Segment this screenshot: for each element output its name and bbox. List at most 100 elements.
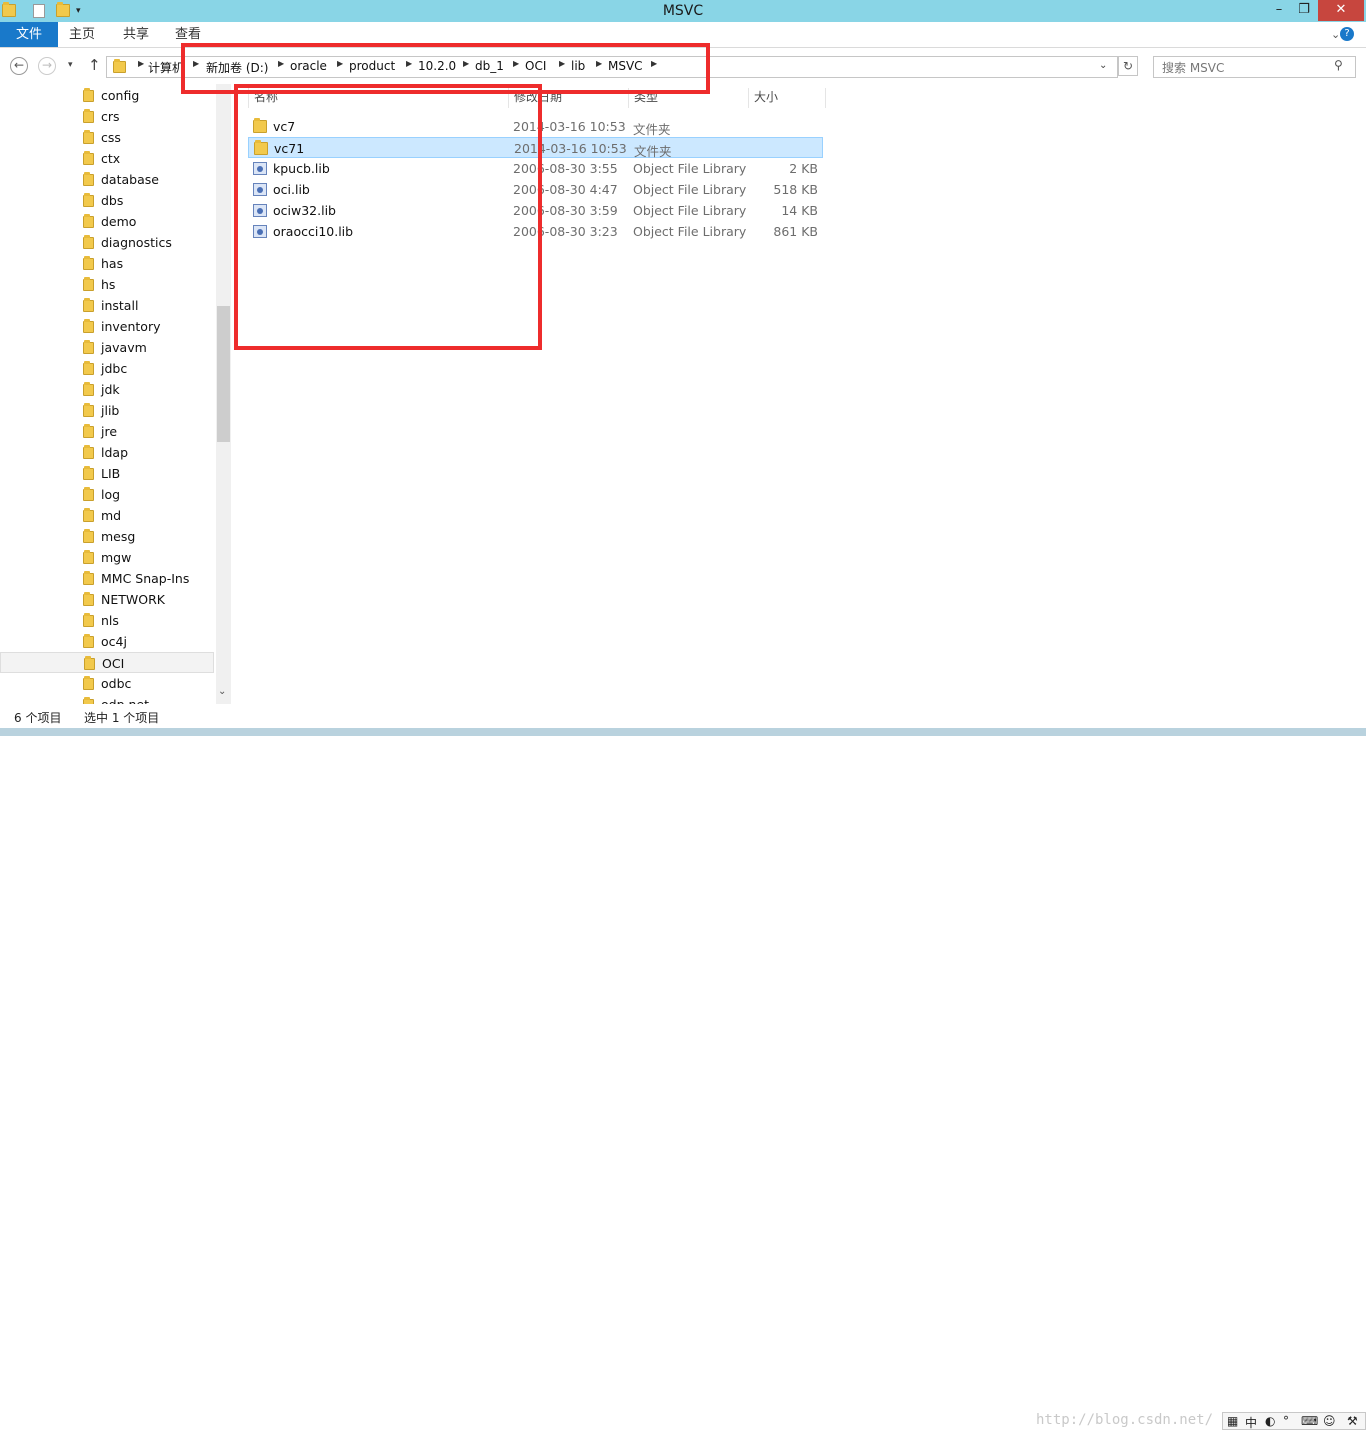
crumb-separator-icon[interactable]: ▶ — [138, 59, 144, 68]
nav-item[interactable]: MMC Snap-Ins — [0, 568, 214, 589]
folder-icon — [83, 382, 94, 396]
nav-item[interactable]: hs — [0, 274, 214, 295]
folder-icon — [83, 445, 94, 459]
nav-item-label: crs — [101, 109, 120, 124]
column-header-size[interactable]: 大小 — [748, 88, 826, 108]
scroll-down-icon[interactable]: ⌄ — [218, 686, 226, 697]
folder-icon — [83, 571, 94, 585]
ime-moon-icon[interactable]: ◐ — [1265, 1414, 1275, 1428]
nav-item[interactable]: jlib — [0, 400, 214, 421]
nav-item[interactable]: md — [0, 505, 214, 526]
nav-item[interactable]: inventory — [0, 316, 214, 337]
title-bar: ▾ MSVC – ❐ ✕ — [0, 0, 1366, 22]
nav-item-label: jdk — [101, 382, 120, 397]
nav-item[interactable]: LIB — [0, 463, 214, 484]
nav-item[interactable]: dbs — [0, 190, 214, 211]
column-size-label: 大小 — [754, 90, 779, 104]
ime-softkeyboard-icon[interactable]: ⌨ — [1301, 1414, 1318, 1428]
nav-item-label: mesg — [101, 529, 136, 544]
file-size: 518 KB — [773, 182, 818, 197]
nav-item[interactable]: install — [0, 295, 214, 316]
back-button[interactable]: ← — [10, 57, 28, 75]
ime-toolbar[interactable]: ▦ 中 ◐ ° ⌨ ☺ ⚒ — [1222, 1412, 1366, 1430]
address-dropdown-icon[interactable]: ⌄ — [1099, 60, 1107, 71]
nav-item[interactable]: log — [0, 484, 214, 505]
folder-icon — [83, 172, 94, 186]
nav-item[interactable]: has — [0, 253, 214, 274]
nav-item[interactable]: jdbc — [0, 358, 214, 379]
nav-item[interactable]: OCI — [0, 652, 214, 673]
nav-item-label: oc4j — [101, 634, 127, 649]
nav-item[interactable]: oc4j — [0, 631, 214, 652]
folder-icon — [83, 361, 94, 375]
window-title: MSVC — [662, 3, 704, 19]
nav-item[interactable]: NETWORK — [0, 589, 214, 610]
nav-item[interactable]: mgw — [0, 547, 214, 568]
nav-item[interactable]: javavm — [0, 337, 214, 358]
folder-icon — [83, 592, 94, 606]
nav-item-label: dbs — [101, 193, 124, 208]
nav-item-label: jre — [101, 424, 118, 439]
nav-item-label: database — [101, 172, 159, 187]
nav-item[interactable]: jre — [0, 421, 214, 442]
nav-item[interactable]: database — [0, 169, 214, 190]
nav-item[interactable]: ldap — [0, 442, 214, 463]
nav-item[interactable]: crs — [0, 106, 214, 127]
nav-item[interactable]: jdk — [0, 379, 214, 400]
search-input[interactable]: 搜索 MSVC ⚲ — [1153, 56, 1356, 78]
nav-item[interactable]: ctx — [0, 148, 214, 169]
close-button[interactable]: ✕ — [1318, 0, 1364, 21]
forward-button[interactable]: → — [38, 57, 56, 75]
folder-icon — [83, 529, 94, 543]
folder-icon — [83, 88, 94, 102]
crumb-computer[interactable]: 计算机 — [148, 59, 184, 76]
nav-item-label: odbc — [101, 676, 132, 691]
nav-item-label: css — [101, 130, 121, 145]
ime-user-icon[interactable]: ☺ — [1323, 1414, 1336, 1428]
help-icon[interactable]: ? — [1340, 27, 1354, 41]
watermark-text: http://blog.csdn.net/ — [1036, 1412, 1214, 1428]
navigation-pane: config crs css ctx database dbs demo diagnostic… — [0, 84, 231, 712]
tab-share[interactable]: 共享 — [112, 22, 160, 47]
tab-home[interactable]: 主页 — [58, 22, 106, 47]
ime-settings-icon[interactable]: ⚒ — [1347, 1414, 1358, 1428]
folder-icon — [83, 634, 94, 648]
nav-item-label: OCI — [102, 656, 125, 671]
restore-button[interactable]: ❐ — [1292, 0, 1316, 21]
minimize-button[interactable]: – — [1268, 0, 1290, 21]
files-highlight-box — [234, 84, 542, 350]
tab-file[interactable]: 文件 — [0, 22, 59, 47]
folder-icon — [83, 676, 94, 690]
up-button[interactable]: ↑ — [88, 56, 101, 74]
ime-language[interactable]: 中 — [1245, 1414, 1257, 1431]
folder-icon — [83, 151, 94, 165]
folder-icon — [83, 193, 94, 207]
nav-item[interactable]: nls — [0, 610, 214, 631]
nav-item[interactable]: css — [0, 127, 214, 148]
folder-icon — [83, 487, 94, 501]
nav-item-label: ldap — [101, 445, 129, 460]
folder-icon — [83, 319, 94, 333]
nav-item[interactable]: mesg — [0, 526, 214, 547]
nav-item[interactable]: demo — [0, 211, 214, 232]
ime-grid-icon[interactable]: ▦ — [1227, 1414, 1238, 1428]
nav-item-label: nls — [101, 613, 119, 628]
status-bar: 6 个项目 选中 1 个项目 http://blog.csdn.net/ ▦ 中… — [0, 704, 1366, 1430]
refresh-icon[interactable]: ↻ — [1118, 56, 1138, 76]
search-icon[interactable]: ⚲ — [1334, 58, 1343, 72]
folder-icon — [83, 277, 94, 291]
nav-item[interactable]: diagnostics — [0, 232, 214, 253]
nav-item-label: has — [101, 256, 124, 271]
nav-scrollbar-thumb[interactable] — [217, 306, 230, 442]
nav-item-label: MMC Snap-Ins — [101, 571, 190, 586]
recent-locations-icon[interactable]: ▾ — [68, 60, 73, 70]
search-placeholder: 搜索 MSVC — [1162, 61, 1225, 75]
location-folder-icon — [113, 59, 126, 73]
folder-icon — [83, 466, 94, 480]
folder-icon — [84, 656, 95, 670]
nav-scrollbar[interactable]: ⌄ — [216, 84, 231, 704]
nav-item-label: ctx — [101, 151, 121, 166]
nav-item[interactable]: odbc — [0, 673, 214, 694]
ime-punctuation-icon[interactable]: ° — [1283, 1414, 1289, 1428]
nav-item-label: LIB — [101, 466, 121, 481]
